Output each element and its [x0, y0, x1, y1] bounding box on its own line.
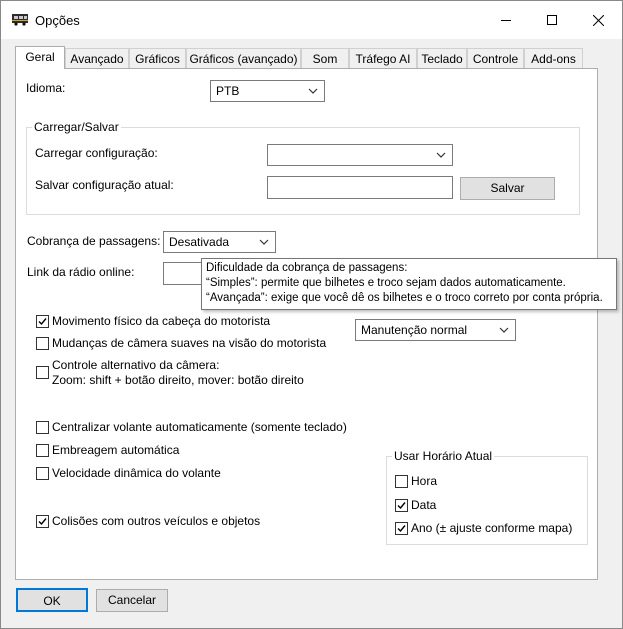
load-config-label: Carregar configuração:: [35, 146, 158, 160]
checkmark-icon: [38, 318, 47, 326]
dynamic-wheel-label: Velocidade dinâmica do volante: [52, 466, 221, 480]
close-icon: [592, 14, 604, 26]
tab-graficos-avancado[interactable]: Gráficos (avançado): [186, 48, 301, 68]
date-label: Data: [411, 498, 437, 512]
alt-camera-checkbox[interactable]: [36, 366, 49, 379]
tab-graficos[interactable]: Gráficos: [129, 48, 186, 68]
fare-dropdown[interactable]: Desativada: [163, 231, 276, 253]
minimize-button[interactable]: [483, 1, 529, 39]
collisions-label: Colisões com outros veículos e objetos: [52, 514, 261, 528]
radio-link-label: Link da rádio online:: [27, 265, 135, 279]
tab-trafego-ai[interactable]: Tráfego AI: [349, 48, 417, 68]
date-checkbox[interactable]: [395, 499, 408, 512]
load-config-dropdown[interactable]: [267, 144, 453, 166]
load-save-group: [26, 127, 580, 215]
save-button[interactable]: Salvar: [460, 177, 555, 200]
checkmark-icon: [397, 525, 406, 533]
year-label: Ano (± ajuste conforme mapa): [411, 521, 573, 535]
chevron-down-icon: [308, 88, 318, 94]
hour-checkbox[interactable]: [395, 475, 408, 488]
tab-controle[interactable]: Controle: [467, 48, 524, 68]
smooth-camera-checkbox[interactable]: [36, 337, 49, 350]
language-value: PTB: [216, 84, 240, 98]
language-dropdown[interactable]: PTB: [210, 80, 325, 102]
fare-label: Cobrança de passagens:: [27, 234, 161, 248]
general-panel: Idioma: PTB Carregar/Salvar Carregar con…: [15, 68, 598, 580]
collisions-checkbox[interactable]: [36, 515, 49, 528]
maintenance-value: Manutenção normal: [361, 323, 468, 337]
save-config-input[interactable]: [267, 176, 453, 199]
center-wheel-checkbox[interactable]: [36, 421, 49, 434]
tab-teclado[interactable]: Teclado: [417, 48, 467, 68]
checkmark-icon: [38, 518, 47, 526]
alt-camera-label-2: Zoom: shift + botão direito, mover: botã…: [52, 373, 304, 387]
hour-label: Hora: [411, 474, 438, 488]
head-movement-checkbox[interactable]: [36, 315, 49, 328]
tooltip-line-3: “Avançada”: exige que você dê os bilhete…: [206, 292, 603, 304]
maximize-button[interactable]: [529, 1, 575, 39]
load-save-group-label: Carregar/Salvar: [32, 120, 121, 134]
tab-geral[interactable]: Geral: [15, 46, 65, 69]
checkmark-icon: [397, 502, 406, 510]
tooltip-line-1: Dificuldade da cobrança de passagens:: [206, 262, 408, 274]
tab-add-ons[interactable]: Add-ons: [524, 48, 583, 68]
head-movement-label: Movimento físico da cabeça do motorista: [52, 314, 271, 328]
cancel-button[interactable]: Cancelar: [96, 589, 168, 612]
title-bar: Opções: [1, 1, 622, 39]
auto-clutch-checkbox[interactable]: [36, 444, 49, 457]
minimize-icon: [501, 20, 511, 21]
bus-app-icon: [12, 14, 28, 26]
tooltip-line-2: “Simples”: permite que bilhetes e troco …: [206, 277, 566, 289]
dynamic-wheel-checkbox[interactable]: [36, 467, 49, 480]
save-config-label: Salvar configuração atual:: [35, 178, 174, 192]
close-button[interactable]: [575, 1, 621, 39]
maximize-icon: [547, 15, 557, 25]
options-window: Opções Geral Avançado Gráficos Gráficos …: [0, 0, 623, 629]
auto-clutch-label: Embreagem automática: [52, 443, 180, 457]
center-wheel-label: Centralizar volante automaticamente (som…: [52, 420, 347, 434]
window-title: Opções: [35, 13, 80, 28]
year-checkbox[interactable]: [395, 522, 408, 535]
smooth-camera-label: Mudanças de câmera suaves na visão do mo…: [52, 336, 327, 350]
tab-som[interactable]: Som: [301, 48, 349, 68]
maintenance-dropdown[interactable]: Manutenção normal: [355, 319, 516, 341]
chevron-down-icon: [499, 327, 509, 333]
alt-camera-label-1: Controle alternativo da câmera:: [52, 358, 220, 372]
ok-button[interactable]: OK: [16, 588, 88, 612]
chevron-down-icon: [259, 239, 269, 245]
fare-tooltip: Dificuldade da cobrança de passagens: “S…: [201, 258, 617, 310]
chevron-down-icon: [436, 152, 446, 158]
language-label: Idioma:: [26, 81, 66, 95]
fare-value: Desativada: [169, 235, 230, 249]
current-time-group-label: Usar Horário Atual: [392, 449, 495, 463]
tab-avancado[interactable]: Avançado: [65, 48, 129, 68]
